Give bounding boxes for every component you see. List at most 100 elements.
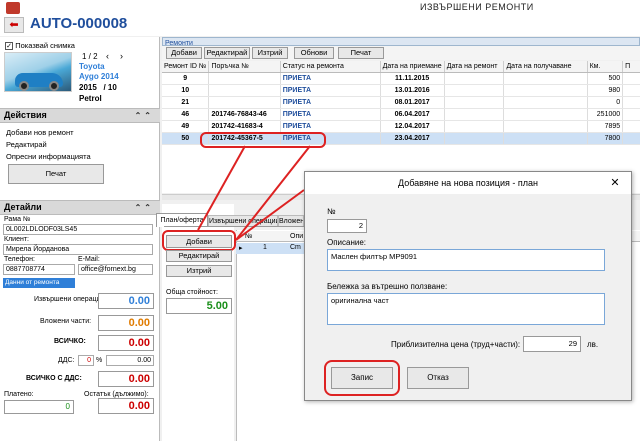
cell-received: 12.04.2017 (380, 120, 445, 133)
ops-value: 0.00 (98, 293, 154, 309)
action-add-repair[interactable]: Добави нов ремонт (6, 128, 74, 137)
cell-pickup (503, 84, 588, 97)
dialog-desc-field[interactable]: Маслен филтър MP9091 (327, 249, 605, 271)
plan-edit-button[interactable]: Редактирай (166, 250, 232, 262)
cell-extra (622, 120, 640, 133)
col-repair-date[interactable]: Дата на ремонт (444, 61, 505, 73)
vat-label: ДДС: (58, 357, 75, 364)
cell-id: 10 (162, 84, 210, 97)
collapse-chevrons-icon[interactable]: ⌃⌃ (135, 109, 154, 122)
col-extra[interactable]: П (622, 61, 640, 73)
repairs-add-button[interactable]: Добави (166, 47, 202, 59)
cell-pickup (503, 120, 588, 133)
cell-order (208, 84, 281, 97)
dialog-note-field[interactable]: оригинална част (327, 293, 605, 325)
col-order[interactable]: Поръчка № (208, 61, 281, 73)
cell-km: 7800 (587, 132, 624, 145)
cell-received: 06.04.2017 (380, 108, 445, 121)
actions-header: Действия ⌃⌃ (0, 108, 160, 123)
actions-title: Действия (4, 110, 47, 120)
repairs-delete-button[interactable]: Изтрий (252, 47, 288, 59)
dialog-note-label: Бележка за вътрешно ползване: (327, 282, 448, 291)
col-repair-id[interactable]: Ремонт ID № (162, 61, 210, 73)
cell-pickup (503, 108, 588, 121)
col-km[interactable]: Км. (587, 61, 624, 73)
cell-km: 0 (587, 96, 624, 109)
tab-plan[interactable]: План/оферта (156, 213, 208, 227)
show-photo-checkbox[interactable]: ✓ Показвай снимка (5, 41, 75, 50)
cell-km: 251000 (587, 108, 624, 121)
table-row[interactable]: 49 201742-41683-4 ПРИЕТА 12.04.2017 7895 (162, 120, 640, 133)
col-received[interactable]: Дата на приемане (380, 61, 445, 73)
dialog-close-icon[interactable]: ✕ (605, 175, 625, 191)
plan-total-label: Обща стойност: (166, 289, 218, 296)
vat-percent-field[interactable]: 0 (78, 355, 94, 366)
car-fuel: Petrol (79, 94, 102, 103)
back-arrow-icon: ⬅ (9, 19, 19, 31)
col-status[interactable]: Статус на ремонта (280, 61, 381, 73)
repairs-refresh-button[interactable]: Обнови (294, 47, 334, 59)
action-edit[interactable]: Редактирай (6, 140, 47, 149)
dialog-currency: лв. (587, 340, 599, 349)
paid-field[interactable]: 0 (4, 400, 74, 414)
email-field[interactable]: office@fornext.bg (78, 264, 153, 275)
table-row[interactable]: 9 ПРИЕТА 11.11.2015 500 (162, 72, 640, 85)
repairs-edit-button[interactable]: Редактирай (204, 47, 250, 59)
car-wheel-icon (49, 81, 59, 91)
cell-id: 9 (162, 72, 210, 85)
phone-field[interactable]: 0887708774 (3, 264, 75, 275)
client-field[interactable]: Мирела Йорданова (3, 244, 153, 255)
cell-extra (622, 84, 640, 97)
email-label: E-Mail: (78, 256, 100, 263)
dialog-no-label: № (327, 207, 336, 216)
paid-label: Платено: (4, 391, 34, 398)
cell-received: 11.11.2015 (380, 72, 445, 85)
total-vat-label: ВСИЧКО С ДДС: (26, 375, 82, 382)
collapse-chevrons-icon[interactable]: ⌃⌃ (135, 201, 154, 214)
row-pointer-icon: ▸ (239, 245, 243, 252)
table-row[interactable]: 10 ПРИЕТА 13.01.2016 980 (162, 84, 640, 97)
remaining-label: Остатък (дължимо): (84, 391, 149, 398)
print-button[interactable]: Печат (8, 164, 104, 184)
repairs-print-button[interactable]: Печат (338, 47, 384, 59)
cell-pickup (503, 132, 588, 145)
window-title: ИЗВЪРШЕНИ РЕМОНТИ (420, 2, 534, 12)
add-plan-dialog: Добавяне на нова позиция - план ✕ № 2 Оп… (304, 171, 632, 401)
plan-row-no: 1 (263, 244, 267, 251)
repair-data-band: Данни от ремонта (3, 278, 75, 288)
cell-extra (622, 108, 640, 121)
table-row[interactable]: 46 201746-76843-46 ПРИЕТА 06.04.2017 251000 (162, 108, 640, 121)
vin-field[interactable]: 0L002LDLODF03LS45 (3, 224, 153, 235)
cell-km: 500 (587, 72, 624, 85)
back-button[interactable]: ⬅ (4, 17, 24, 33)
dialog-cancel-button[interactable]: Отказ (407, 367, 469, 389)
plan-delete-button[interactable]: Изтрий (166, 265, 232, 277)
action-refresh[interactable]: Опресни информацията (6, 152, 91, 161)
car-wheel-icon (19, 81, 29, 91)
cell-pickup (503, 96, 588, 109)
cell-status: ПРИЕТА (280, 108, 381, 121)
cell-status: ПРИЕТА (280, 84, 381, 97)
cell-pickup (503, 72, 588, 85)
highlight-add-button (162, 230, 236, 251)
car-photo (4, 52, 72, 92)
dialog-no-field[interactable]: 2 (327, 219, 367, 233)
col-pickup[interactable]: Дата на получаване (503, 61, 588, 73)
pager-prev-icon[interactable]: ‹ (106, 51, 109, 61)
pager-next-icon[interactable]: › (120, 51, 123, 61)
app-icon (6, 2, 20, 14)
dialog-price-label: Приблизителна цена (труд+части): (391, 340, 521, 349)
parts-label: Вложени части: (40, 318, 92, 325)
plan-col-no[interactable]: № (245, 233, 253, 240)
plan-col-desc[interactable]: Опи (290, 233, 303, 240)
total-label: ВСИЧКО: (54, 338, 86, 345)
dialog-price-field[interactable]: 29 (523, 336, 581, 352)
show-photo-label: Показвай снимка (15, 41, 75, 50)
table-row[interactable]: 21 ПРИЕТА 08.01.2017 0 (162, 96, 640, 109)
highlight-save-button (324, 360, 400, 396)
cell-status: ПРИЕТА (280, 120, 381, 133)
cell-id: 49 (162, 120, 210, 133)
details-header: Детайли ⌃⌃ (0, 200, 160, 215)
cell-order: 201746-76843-46 (208, 108, 281, 121)
cell-repair-date (444, 84, 505, 97)
